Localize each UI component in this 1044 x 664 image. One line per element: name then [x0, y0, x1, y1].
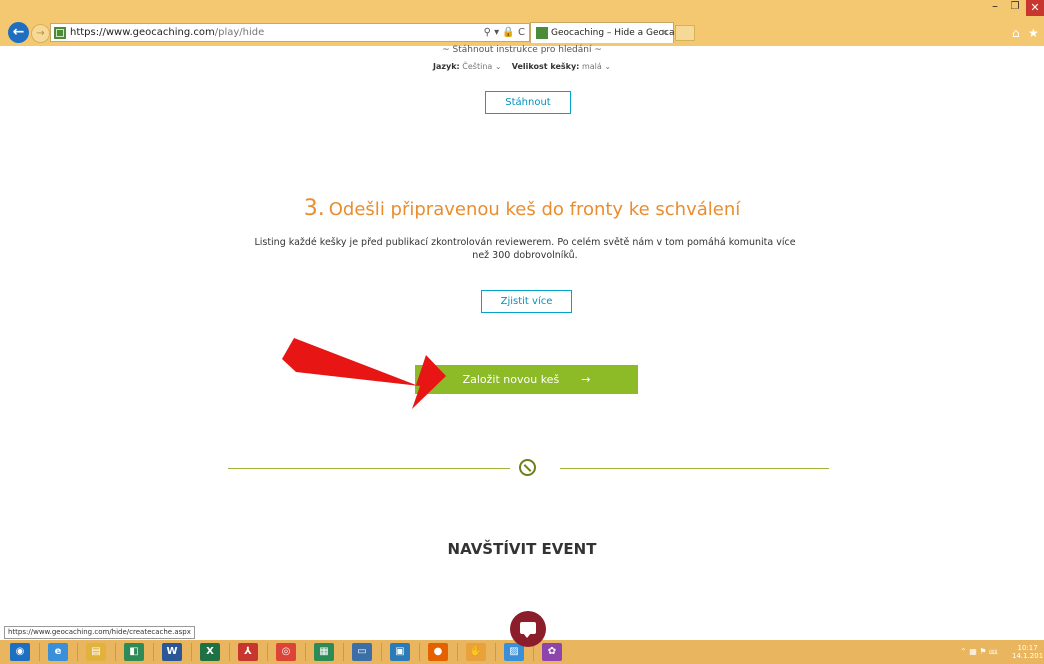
- cache-size-label: Velikost kešky:: [511, 62, 580, 71]
- create-new-cache-label: Založit novou keš: [462, 373, 560, 386]
- calculator-icon[interactable]: ▦: [314, 643, 334, 661]
- close-window-button[interactable]: ✕: [1026, 0, 1044, 16]
- taskbar-separator: [305, 643, 306, 661]
- arrow-right-icon: →: [581, 373, 591, 386]
- taskbar-separator: [457, 643, 458, 661]
- taskbar-separator: [495, 643, 496, 661]
- tab-favicon-icon: [536, 27, 548, 39]
- step3-heading: 3. Odešli připravenou keš do fronty ke sc…: [0, 196, 1044, 221]
- create-new-cache-button[interactable]: Založit novou keš →: [415, 365, 638, 394]
- chrome-icon[interactable]: ◎: [276, 643, 296, 661]
- system-tray[interactable]: ⌃ ▦ ⚑ ⅏: [960, 646, 997, 657]
- acrobat-icon[interactable]: ⅄: [238, 643, 258, 661]
- minimize-button[interactable]: –: [985, 0, 1005, 14]
- visit-event-heading: NAVŠTÍVIT EVENT: [447, 540, 597, 558]
- taskbar-clock[interactable]: 10:17 14.1.201: [1012, 644, 1043, 660]
- learn-more-button[interactable]: Zjistit více: [481, 290, 572, 313]
- taskbar-separator: [115, 643, 116, 661]
- tab-close-icon[interactable]: ×: [661, 23, 669, 43]
- taskbar-separator: [229, 643, 230, 661]
- taskbar-separator: [267, 643, 268, 661]
- step3-number: 3.: [303, 196, 325, 221]
- app-icon[interactable]: ◧: [124, 643, 144, 661]
- picasa-icon[interactable]: ✿: [542, 643, 562, 661]
- site-favicon-icon: [54, 27, 66, 39]
- taskbar-separator: [153, 643, 154, 661]
- photos-icon[interactable]: ▣: [390, 643, 410, 661]
- paint-icon[interactable]: ✋: [466, 643, 486, 661]
- address-bar[interactable]: https://www.geocaching.com/play/hide ⚲ ▾…: [50, 23, 530, 42]
- step3-title: Odešli připravenou keš do fronty ke schv…: [328, 199, 741, 220]
- taskbar-separator: [343, 643, 344, 661]
- maximize-button[interactable]: ❐: [1005, 0, 1025, 14]
- ie-icon[interactable]: e: [48, 643, 68, 661]
- chat-bubble-icon[interactable]: [510, 611, 546, 647]
- language-select[interactable]: Čeština ⌄: [462, 62, 501, 71]
- browser-tab-geocaching[interactable]: Geocaching – Hide a Geoca... ×: [530, 22, 683, 43]
- back-arrow-icon[interactable]: ←: [8, 22, 29, 43]
- taskbar-separator: [381, 643, 382, 661]
- address-url: https://www.geocaching.com/play/hide: [70, 27, 265, 38]
- firefox-icon[interactable]: ●: [428, 643, 448, 661]
- clock-time: 10:17: [1017, 644, 1038, 652]
- taskbar-separator: [191, 643, 192, 661]
- taskbar-separator: [39, 643, 40, 661]
- taskbar-separator: [77, 643, 78, 661]
- word-icon[interactable]: W: [162, 643, 182, 661]
- section-divider-right: [560, 468, 829, 469]
- language-label: Jazyk:: [432, 62, 460, 71]
- explorer-icon[interactable]: ▤: [86, 643, 106, 661]
- browser-chrome: – ❐ ✕ ⌂ ★ ← → https://www.geocaching.com…: [0, 0, 1044, 46]
- chevron-down-icon: ⌄: [604, 62, 612, 71]
- new-tab-button[interactable]: [675, 25, 695, 41]
- download-options: Jazyk: Čeština ⌄ Velikost kešky: malá ⌄: [0, 62, 1044, 71]
- navigation-bar: ← → https://www.geocaching.com/play/hide…: [0, 22, 1044, 46]
- taskbar-separator: [419, 643, 420, 661]
- clock-date: 14.1.201: [1012, 652, 1044, 660]
- address-tools[interactable]: ⚲ ▾ 🔒 C: [484, 24, 525, 41]
- chevron-down-icon: ⌄: [494, 62, 502, 71]
- forward-arrow-icon[interactable]: →: [31, 24, 50, 43]
- scanner-icon[interactable]: ▭: [352, 643, 372, 661]
- section-divider-left: [228, 468, 510, 469]
- download-button[interactable]: Stáhnout: [485, 91, 571, 114]
- compass-icon: [519, 459, 536, 476]
- step3-description: Listing každé kešky je před publikací zk…: [254, 237, 796, 261]
- download-instructions-text: ~ Stáhnout instrukce pro hledání ~: [442, 45, 602, 55]
- start-icon[interactable]: ◉: [10, 643, 30, 661]
- status-bar-url: https://www.geocaching.com/hide/createca…: [4, 626, 195, 639]
- excel-icon[interactable]: X: [200, 643, 220, 661]
- cache-size-select[interactable]: malá ⌄: [582, 62, 611, 71]
